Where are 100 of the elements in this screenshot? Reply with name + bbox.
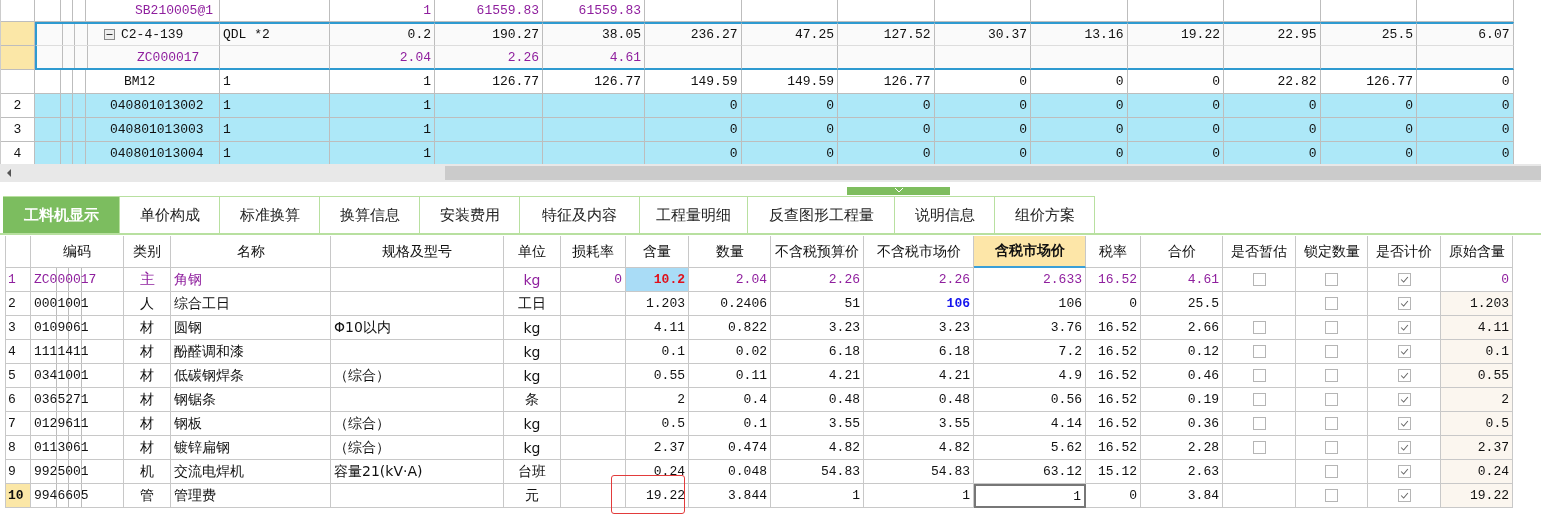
table-cell: 0.55 — [1441, 364, 1513, 388]
left-arrow-icon[interactable] — [5, 168, 13, 178]
tab[interactable]: 安装费用 — [420, 196, 520, 234]
table-cell: 0.24 — [626, 460, 689, 484]
column-header[interactable]: 原始含量 — [1441, 236, 1513, 268]
table-cell: 0 — [1417, 142, 1514, 164]
row-header[interactable] — [1, 70, 35, 94]
column-header[interactable]: 类别 — [124, 236, 171, 268]
checkbox[interactable] — [1325, 441, 1338, 454]
table-cell: 人 — [124, 292, 171, 316]
column-header[interactable]: 规格及型号 — [331, 236, 504, 268]
table-cell: 106 — [974, 292, 1086, 316]
column-header[interactable]: 税率 — [1086, 236, 1141, 268]
checkbox[interactable] — [1397, 297, 1411, 310]
table-cell: 管 — [124, 484, 171, 508]
table-cell: 47.25 — [741, 22, 838, 46]
tree-cell[interactable]: 040801013003 — [35, 118, 220, 142]
table-cell: kg — [504, 436, 561, 460]
column-header[interactable]: 锁定数量 — [1296, 236, 1368, 268]
checkbox[interactable] — [1252, 369, 1266, 382]
table-cell: 0341001 — [31, 364, 124, 388]
table-cell: 0 — [1086, 292, 1141, 316]
splitter-handle[interactable] — [847, 187, 950, 195]
chevron-down-icon[interactable] — [893, 187, 904, 193]
tab[interactable]: 特征及内容 — [520, 196, 640, 234]
column-header[interactable]: 损耗率 — [561, 236, 626, 268]
tab[interactable]: 换算信息 — [320, 196, 420, 234]
table-cell: 0109061 — [31, 316, 124, 340]
table-cell: 2.04 — [330, 46, 435, 70]
table-cell: 9925001 — [31, 460, 124, 484]
checkbox[interactable] — [1325, 345, 1338, 358]
checkbox[interactable] — [1252, 393, 1266, 406]
tree-cell[interactable]: ZC000017 — [35, 46, 220, 70]
table-cell: 1 — [220, 142, 330, 164]
checkbox[interactable] — [1397, 345, 1411, 358]
tab[interactable]: 单价构成 — [120, 196, 220, 234]
checkbox[interactable] — [1325, 297, 1338, 310]
column-header[interactable]: 含税市场价 — [974, 236, 1086, 268]
row-header[interactable] — [1, 22, 35, 46]
checkbox[interactable] — [1325, 273, 1338, 286]
table-cell: （综合） — [331, 412, 504, 436]
table-cell: 2.26 — [864, 268, 974, 292]
table-cell: 0 — [1320, 94, 1417, 118]
checkbox[interactable] — [1397, 417, 1411, 430]
checkbox[interactable] — [1252, 273, 1266, 286]
column-header[interactable]: 是否暂估 — [1223, 236, 1296, 268]
checkbox[interactable] — [1325, 321, 1338, 334]
table-cell: 主 — [124, 268, 171, 292]
column-header[interactable]: 是否计价 — [1368, 236, 1441, 268]
scrollbar-thumb[interactable] — [445, 166, 1541, 180]
row-header[interactable] — [1, 46, 35, 70]
column-header[interactable]: 合价 — [1141, 236, 1223, 268]
row-header[interactable]: 2 — [1, 94, 35, 118]
checkbox[interactable] — [1325, 369, 1338, 382]
table-cell: 材 — [124, 436, 171, 460]
checkbox[interactable] — [1252, 441, 1266, 454]
table-cell: 0 — [934, 142, 1031, 164]
table-cell: 0.1 — [626, 340, 689, 364]
checkbox[interactable] — [1325, 417, 1338, 430]
tree-cell[interactable]: BM12 — [35, 70, 220, 94]
tab[interactable]: 标准换算 — [220, 196, 320, 234]
table-cell: 3.84 — [1141, 484, 1223, 508]
checkbox[interactable] — [1397, 393, 1411, 406]
table-cell: 0 — [1224, 118, 1321, 142]
table-cell: 4.21 — [864, 364, 974, 388]
tab[interactable]: 工程量明细 — [640, 196, 748, 234]
table-cell: 0.24 — [1441, 460, 1513, 484]
column-header[interactable]: 名称 — [171, 236, 331, 268]
checkbox[interactable] — [1397, 465, 1411, 478]
checkbox[interactable] — [1397, 273, 1411, 286]
tab[interactable]: 组价方案 — [995, 196, 1095, 234]
tab[interactable]: 反查图形工程量 — [748, 196, 895, 234]
tree-cell[interactable]: 040801013004 — [35, 142, 220, 164]
row-number[interactable]: 10 — [6, 484, 31, 508]
checkbox[interactable] — [1252, 345, 1266, 358]
table-cell: 材 — [124, 316, 171, 340]
tree-cell[interactable]: SB210005@1 — [35, 0, 220, 22]
checkbox[interactable] — [1325, 393, 1338, 406]
checkbox[interactable] — [1397, 321, 1411, 334]
table-cell: 2.63 — [1141, 460, 1223, 484]
checkbox[interactable] — [1397, 489, 1411, 502]
checkbox[interactable] — [1397, 369, 1411, 382]
column-header[interactable]: 数量 — [689, 236, 771, 268]
checkbox[interactable] — [1325, 489, 1338, 502]
collapse-icon[interactable] — [104, 29, 115, 40]
checkbox[interactable] — [1397, 441, 1411, 454]
horizontal-scrollbar[interactable] — [0, 164, 1541, 182]
column-header[interactable]: 单位 — [504, 236, 561, 268]
checkbox[interactable] — [1252, 417, 1266, 430]
row-header[interactable] — [1, 0, 35, 22]
table-cell: 0129611 — [31, 412, 124, 436]
row-header[interactable]: 3 — [1, 118, 35, 142]
tree-cell[interactable]: C2-4-139 — [35, 22, 220, 46]
table-cell: kg — [504, 412, 561, 436]
checkbox[interactable] — [1252, 321, 1266, 334]
column-header[interactable]: 不含税预算价 — [771, 236, 864, 268]
checkbox[interactable] — [1325, 465, 1338, 478]
table-cell: 0 — [1031, 142, 1128, 164]
tab[interactable]: 说明信息 — [895, 196, 995, 234]
tree-cell[interactable]: 040801013002 — [35, 94, 220, 118]
